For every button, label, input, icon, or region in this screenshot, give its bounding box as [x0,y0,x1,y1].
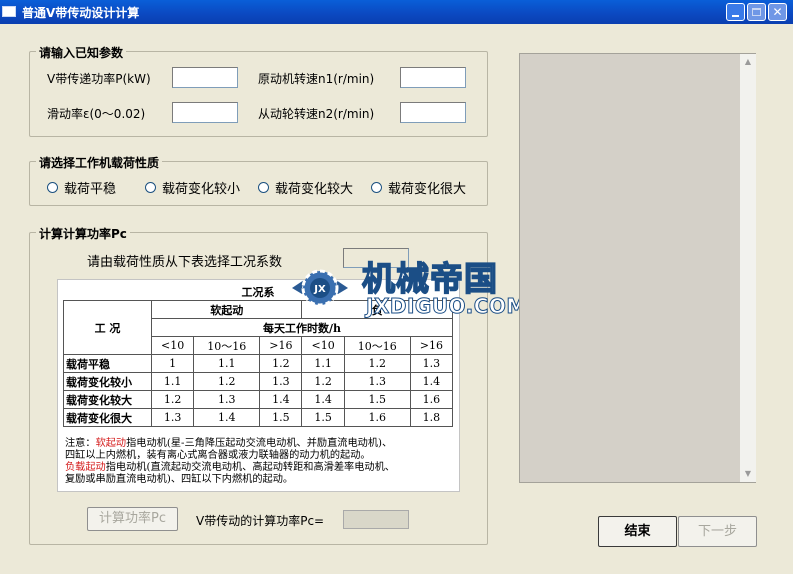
coef-cell: 1.2 [150,390,195,409]
scroll-down-icon[interactable]: ▼ [740,466,756,482]
gear-wings-icon: JX [292,269,348,307]
note-line2: 四缸以上内燃机，装有离心式离合器或液力联轴器的动力机的起动。 [65,450,371,461]
coef-cell: 1.3 [343,372,411,391]
driven-speed-input[interactable] [400,102,466,123]
watermark-cn: 机械帝国 [361,258,498,299]
radio-label: 载荷变化较大 [275,182,354,197]
finish-button[interactable]: 结束 [598,516,677,547]
calc-power-legend: 计算计算功率Pc [36,225,130,242]
coef-cell: 1 [150,354,195,373]
note-prefix: 注意： [65,438,96,449]
coef-cell: 1.3 [193,390,261,409]
driven-speed-label: 从动轮转速n2(r/min) [258,107,375,121]
hours-cell: >16 [259,336,303,355]
table-note: 注意：软起动指电动机(星-三角降压起动交流电动机、并励直流电动机)、 四缸以上内… [65,438,457,486]
coef-cell: 1.2 [343,354,411,373]
coef-cell: 1.4 [259,390,303,409]
vertical-scrollbar[interactable]: ▲ ▼ [740,54,756,482]
coef-cell: 1.4 [409,372,454,391]
row-name: 载荷变化很大 [63,408,152,427]
motor-speed-label: 原动机转速n1(r/min) [258,72,375,86]
coef-cell: 1.3 [259,372,303,391]
radio-dot [145,182,156,193]
power-label: V带传递功率P(kW) [47,72,151,86]
close-icon: ✕ [772,5,783,19]
row-name: 载荷平稳 [63,354,152,373]
table-row: 载荷变化较小 1.1 1.2 1.3 1.2 1.3 1.4 [63,372,454,391]
hours-cell: <10 [150,336,195,355]
note-line4: 复励或串励直流电动机)、四缸以下内燃机的起动。 [65,474,294,485]
next-button[interactable]: 下一步 [678,516,757,547]
coef-cell: 1.1 [193,354,261,373]
load-nature-legend: 请选择工作机载荷性质 [36,154,163,171]
coef-cell: 1.8 [409,408,454,427]
minimize-button[interactable] [726,3,745,21]
row-name: 载荷变化较大 [63,390,152,409]
header-hours: 每天工作时数/h [151,318,453,337]
coef-cell: 1.4 [301,390,345,409]
note-line1: 指电动机(星-三角降压起动交流电动机、并励直流电动机)、 [126,438,393,449]
coef-cell: 1.4 [193,408,261,427]
radio-dot [371,182,382,193]
table-row: 载荷变化较大 1.2 1.3 1.4 1.4 1.5 1.6 [63,390,454,409]
coef-cell: 1.2 [259,354,303,373]
close-button[interactable]: ✕ [768,3,787,21]
radio-label: 载荷平稳 [64,182,117,197]
coef-cell: 1.2 [301,372,345,391]
result-label: V带传动的计算功率Pc= [196,514,325,528]
minimize-icon [732,15,739,17]
table-row: 载荷平稳 1 1.1 1.2 1.1 1.2 1.3 [63,354,454,373]
table-row: 载荷变化很大 1.3 1.4 1.5 1.5 1.6 1.8 [63,408,454,427]
maximize-icon [752,8,761,16]
row-name: 载荷变化较小 [63,372,152,391]
radio-very-large-variation[interactable]: 载荷变化很大 [371,178,466,197]
watermark-logo: JX 机械帝国 JXDIGUO.COM [282,250,542,319]
hours-cell: >16 [409,336,454,355]
power-input[interactable] [172,67,238,88]
coef-cell: 1.5 [259,408,303,427]
radio-dot [47,182,58,193]
coef-cell: 1.1 [150,372,195,391]
radio-steady-load[interactable]: 载荷平稳 [47,178,116,197]
calc-power-button[interactable]: 计算功率Pc [87,507,178,531]
output-panel[interactable]: ▲ ▼ [519,53,756,483]
hours-cell: 10～16 [343,336,411,355]
slip-input[interactable] [172,102,238,123]
note-load-start: 负载起动 [65,462,106,473]
known-params-legend: 请输入已知参数 [36,44,127,61]
radio-large-variation[interactable]: 载荷变化较大 [258,178,353,197]
factor-instruction: 请由载荷性质从下表选择工况系数 [87,255,283,270]
maximize-button[interactable] [747,3,766,21]
window-title: 普通V带传动设计计算 [22,6,140,20]
coef-cell: 1.3 [409,354,454,373]
header-soft-start: 软起动 [150,300,303,319]
coef-cell: 1.6 [409,390,454,409]
radio-dot [258,182,269,193]
note-soft-start: 软起动 [95,438,127,449]
hours-cell: 10～16 [193,336,261,355]
known-params-group: 请输入已知参数 [29,44,488,137]
radio-label: 载荷变化很大 [388,182,467,197]
header-condition: 工 况 [63,300,152,355]
coef-cell: 1.5 [301,408,345,427]
scroll-up-icon[interactable]: ▲ [740,54,756,70]
app-icon [2,6,16,17]
title-bar: 普通V带传动设计计算 ✕ [0,0,793,24]
coef-cell: 1.2 [193,372,261,391]
coef-cell: 1.6 [343,408,411,427]
coef-cell: 1.3 [150,408,195,427]
slip-label: 滑动率ε(0～0.02) [47,107,146,121]
watermark-en: JXDIGUO.COM [366,294,527,319]
svg-text:JX: JX [313,284,326,295]
radio-label: 载荷变化较小 [162,182,241,197]
coef-cell: 1.1 [301,354,345,373]
radio-small-variation[interactable]: 载荷变化较小 [145,178,240,197]
motor-speed-input[interactable] [400,67,466,88]
note-line3: 指电动机(直流起动交流电动机、高起动转距和高滑差率电动机、 [105,462,395,473]
hours-cell: <10 [301,336,345,355]
result-field[interactable] [343,510,409,529]
coef-cell: 1.5 [343,390,411,409]
